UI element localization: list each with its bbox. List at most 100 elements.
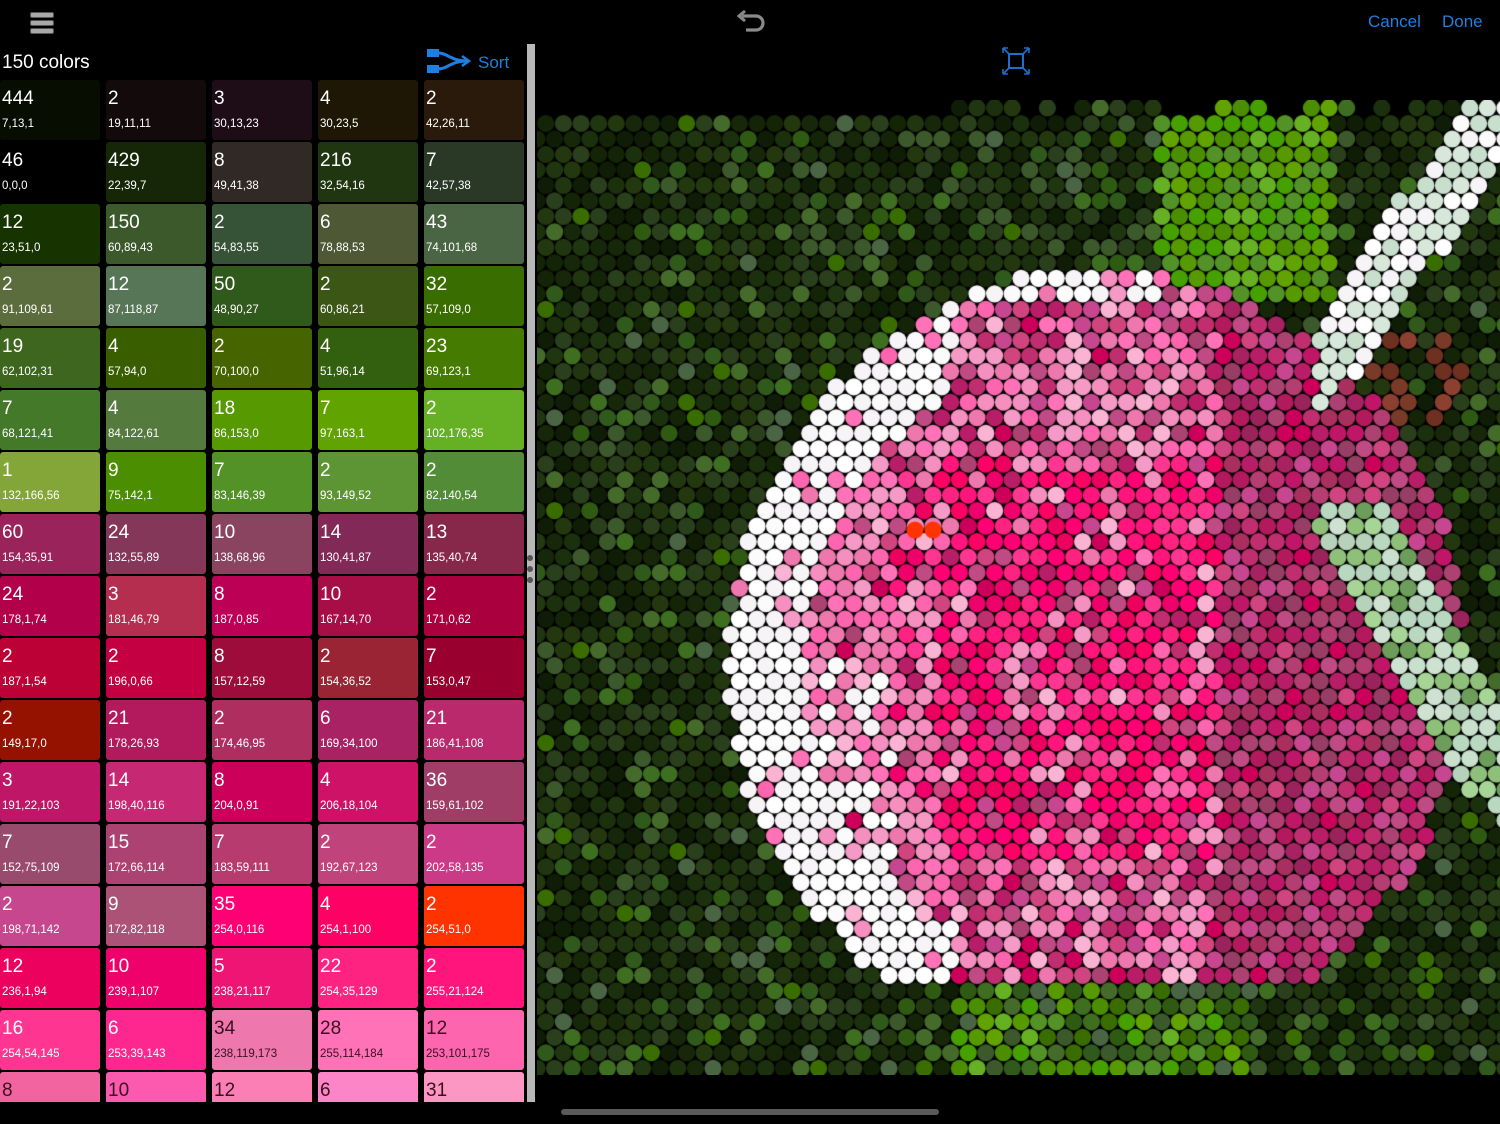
split-divider-handle[interactable] <box>525 555 535 591</box>
color-swatch[interactable]: 4 51,96,14 <box>318 328 418 388</box>
color-swatch[interactable]: 2 254,51,0 <box>424 886 524 946</box>
color-swatch[interactable]: 2 70,100,0 <box>212 328 312 388</box>
color-swatch[interactable]: 2 196,0,66 <box>106 638 206 698</box>
color-swatch[interactable]: 6 169,34,100 <box>318 700 418 760</box>
color-swatch[interactable]: 7 183,59,111 <box>212 824 312 884</box>
color-swatch[interactable]: 6 253,39,143 <box>106 1010 206 1070</box>
swatch-count: 2 <box>320 274 331 295</box>
color-swatch[interactable]: 2 187,1,54 <box>0 638 100 698</box>
color-swatch[interactable]: 8 <box>0 1072 100 1102</box>
color-swatch[interactable]: 2 174,46,95 <box>212 700 312 760</box>
fit-to-screen-icon[interactable] <box>1000 45 1032 77</box>
color-swatch[interactable]: 2 82,140,54 <box>424 452 524 512</box>
color-swatch[interactable]: 24 132,55,89 <box>106 514 206 574</box>
color-swatch[interactable]: 12 87,118,87 <box>106 266 206 326</box>
color-swatch[interactable]: 2 91,109,61 <box>0 266 100 326</box>
color-swatch[interactable]: 22 254,35,129 <box>318 948 418 1008</box>
color-swatch[interactable]: 1 132,166,56 <box>0 452 100 512</box>
color-swatch[interactable]: 23 69,123,1 <box>424 328 524 388</box>
color-swatch[interactable]: 19 62,102,31 <box>0 328 100 388</box>
color-swatch[interactable]: 8 49,41,38 <box>212 142 312 202</box>
color-swatch[interactable]: 9 75,142,1 <box>106 452 206 512</box>
color-swatch[interactable]: 6 78,88,53 <box>318 204 418 264</box>
color-swatch[interactable]: 4 206,18,104 <box>318 762 418 822</box>
swatch-count: 43 <box>426 212 448 233</box>
color-swatch[interactable]: 28 255,114,184 <box>318 1010 418 1070</box>
color-swatch[interactable]: 2 42,26,11 <box>424 80 524 140</box>
color-swatch[interactable]: 31 <box>424 1072 524 1102</box>
color-swatch[interactable]: 7 97,163,1 <box>318 390 418 450</box>
color-swatch[interactable]: 4 30,23,5 <box>318 80 418 140</box>
color-swatch[interactable]: 2 202,58,135 <box>424 824 524 884</box>
color-swatch[interactable]: 18 86,153,0 <box>212 390 312 450</box>
swatch-rgb-value: 97,163,1 <box>320 428 365 440</box>
sort-button[interactable]: Sort <box>426 46 509 76</box>
color-swatch[interactable]: 429 22,39,7 <box>106 142 206 202</box>
color-swatch[interactable]: 2 171,0,62 <box>424 576 524 636</box>
color-swatch[interactable]: 35 254,0,116 <box>212 886 312 946</box>
color-swatch[interactable]: 12 <box>212 1072 312 1102</box>
color-swatch[interactable]: 34 238,119,173 <box>212 1010 312 1070</box>
done-button[interactable]: Done <box>1442 12 1483 32</box>
color-swatch[interactable]: 8 204,0,91 <box>212 762 312 822</box>
color-swatch[interactable]: 12 253,101,175 <box>424 1010 524 1070</box>
color-swatch[interactable]: 10 239,1,107 <box>106 948 206 1008</box>
swatch-rgb-value: 42,26,11 <box>426 118 470 130</box>
color-swatch[interactable]: 46 0,0,0 <box>0 142 100 202</box>
color-swatch[interactable]: 7 152,75,109 <box>0 824 100 884</box>
color-swatch[interactable]: 3 191,22,103 <box>0 762 100 822</box>
color-swatch[interactable]: 6 <box>318 1072 418 1102</box>
color-swatch[interactable]: 2 192,67,123 <box>318 824 418 884</box>
dot-mosaic-canvas[interactable] <box>537 100 1500 1075</box>
color-swatch[interactable]: 12 23,51,0 <box>0 204 100 264</box>
color-swatch[interactable]: 216 32,54,16 <box>318 142 418 202</box>
color-swatch[interactable]: 50 48,90,27 <box>212 266 312 326</box>
color-swatch[interactable]: 12 236,1,94 <box>0 948 100 1008</box>
color-swatch[interactable]: 36 159,61,102 <box>424 762 524 822</box>
color-swatch[interactable]: 2 102,176,35 <box>424 390 524 450</box>
color-swatch[interactable]: 14 130,41,87 <box>318 514 418 574</box>
color-swatch[interactable]: 16 254,54,145 <box>0 1010 100 1070</box>
swatch-rgb-value: 130,41,87 <box>320 552 372 564</box>
cancel-button[interactable]: Cancel <box>1368 12 1421 32</box>
color-swatch[interactable]: 10 167,14,70 <box>318 576 418 636</box>
undo-icon[interactable] <box>734 8 766 36</box>
color-swatch[interactable]: 4 254,1,100 <box>318 886 418 946</box>
color-swatch[interactable]: 43 74,101,68 <box>424 204 524 264</box>
color-swatch[interactable]: 10 138,68,96 <box>212 514 312 574</box>
home-indicator[interactable] <box>561 1109 939 1115</box>
color-swatch[interactable]: 3 181,46,79 <box>106 576 206 636</box>
color-swatch[interactable]: 24 178,1,74 <box>0 576 100 636</box>
color-swatch[interactable]: 2 60,86,21 <box>318 266 418 326</box>
color-swatch[interactable]: 9 172,82,118 <box>106 886 206 946</box>
color-swatch[interactable]: 444 7,13,1 <box>0 80 100 140</box>
color-swatch[interactable]: 8 187,0,85 <box>212 576 312 636</box>
color-swatch[interactable]: 4 84,122,61 <box>106 390 206 450</box>
color-swatch[interactable]: 5 238,21,117 <box>212 948 312 1008</box>
color-swatch[interactable]: 7 83,146,39 <box>212 452 312 512</box>
color-swatch[interactable]: 2 255,21,124 <box>424 948 524 1008</box>
color-swatch[interactable]: 150 60,89,43 <box>106 204 206 264</box>
color-swatch[interactable]: 32 57,109,0 <box>424 266 524 326</box>
color-swatch[interactable]: 2 154,36,52 <box>318 638 418 698</box>
color-swatch[interactable]: 21 186,41,108 <box>424 700 524 760</box>
color-swatch[interactable]: 14 198,40,116 <box>106 762 206 822</box>
color-swatch[interactable]: 2 93,149,52 <box>318 452 418 512</box>
color-swatch[interactable]: 2 19,11,11 <box>106 80 206 140</box>
color-swatch[interactable]: 7 68,121,41 <box>0 390 100 450</box>
color-swatch[interactable]: 4 57,94,0 <box>106 328 206 388</box>
color-swatch[interactable]: 8 157,12,59 <box>212 638 312 698</box>
color-swatch[interactable]: 2 149,17,0 <box>0 700 100 760</box>
color-swatch[interactable]: 2 198,71,142 <box>0 886 100 946</box>
color-swatch[interactable]: 10 <box>106 1072 206 1102</box>
color-swatch[interactable]: 7 42,57,38 <box>424 142 524 202</box>
hamburger-menu-icon[interactable] <box>30 12 54 34</box>
color-swatch[interactable]: 15 172,66,114 <box>106 824 206 884</box>
color-swatch[interactable]: 21 178,26,93 <box>106 700 206 760</box>
color-swatch[interactable]: 2 54,83,55 <box>212 204 312 264</box>
color-swatch[interactable]: 3 30,13,23 <box>212 80 312 140</box>
swatch-count: 1 <box>2 460 13 481</box>
color-swatch[interactable]: 60 154,35,91 <box>0 514 100 574</box>
color-swatch[interactable]: 13 135,40,74 <box>424 514 524 574</box>
color-swatch[interactable]: 7 153,0,47 <box>424 638 524 698</box>
